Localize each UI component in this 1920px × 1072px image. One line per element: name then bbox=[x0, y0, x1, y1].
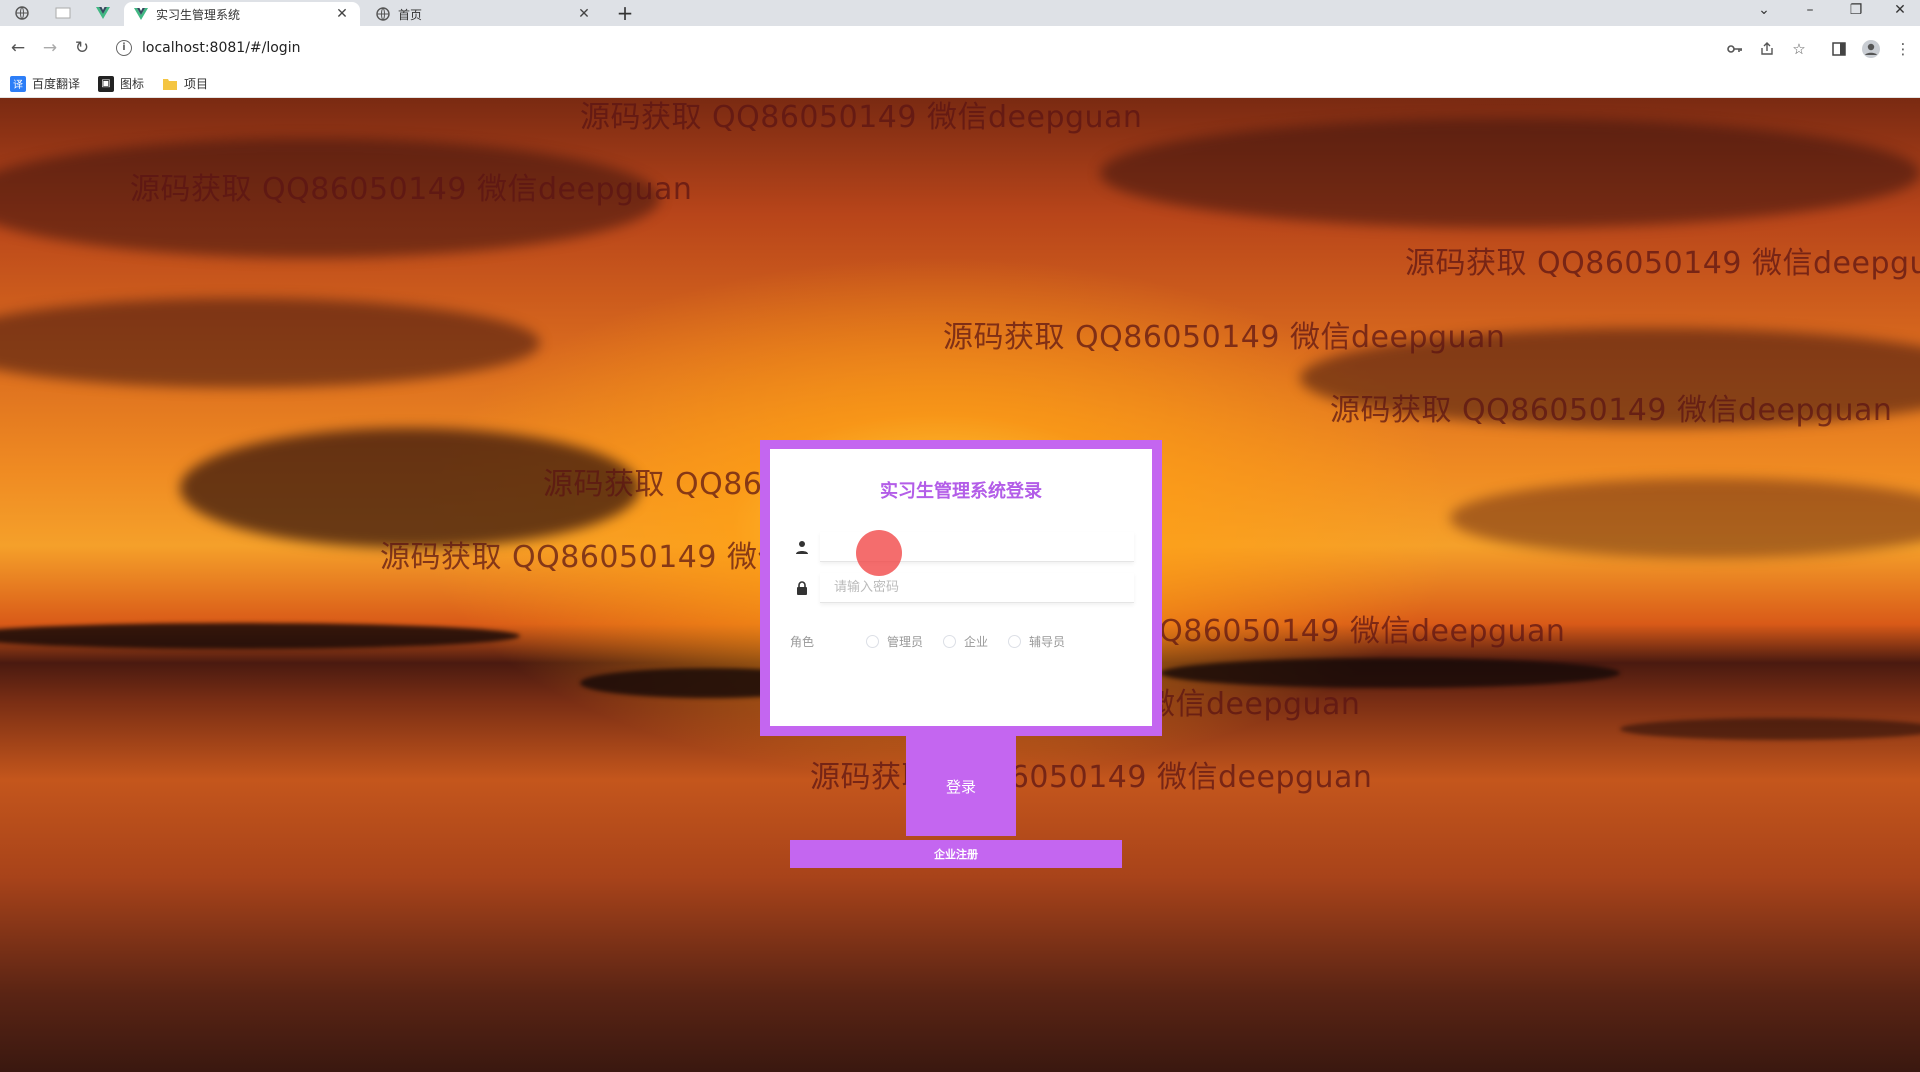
role-label: 角色 bbox=[790, 635, 815, 649]
role-radio-group: 角色 管理员 企业 辅导员 bbox=[790, 633, 1085, 650]
watermark-text: 源码获取 QQ86050149 微信deepguan bbox=[130, 172, 693, 207]
shoreline-rocks bbox=[1620, 718, 1920, 740]
bookmark-icons[interactable]: ▣ 图标 bbox=[98, 75, 144, 92]
restore-icon[interactable]: ❐ bbox=[1836, 0, 1876, 22]
share-icon[interactable] bbox=[1756, 38, 1778, 60]
radio-circle[interactable] bbox=[1008, 635, 1022, 648]
minimize-icon[interactable]: – bbox=[1790, 0, 1830, 22]
translate-icon: 译 bbox=[10, 75, 26, 92]
cloud-shape bbox=[1100, 118, 1920, 228]
login-card: 实习生管理系统登录 角色 管理员 企业 辅导员 bbox=[770, 449, 1152, 726]
radio-circle[interactable] bbox=[943, 635, 957, 648]
password-row bbox=[794, 573, 1134, 603]
shoreline-rocks bbox=[0, 623, 520, 649]
watermark-text: 源码获取 QQ86050149 微信deepguan bbox=[810, 760, 1373, 795]
role-radio-counselor[interactable]: 辅导员 bbox=[1008, 633, 1065, 650]
close-icon[interactable]: ✕ bbox=[576, 6, 592, 22]
tab-home[interactable]: 首页 ✕ bbox=[366, 2, 602, 26]
blank-page-icon bbox=[55, 7, 71, 19]
watermark-text: 源码获取 QQ86050149 微信deepguan bbox=[943, 320, 1506, 355]
watermark-text: 源码获取 QQ86050149 微信deepguan bbox=[580, 100, 1143, 135]
reload-icon[interactable]: ↻ bbox=[70, 36, 94, 60]
bookmark-baidu-translate[interactable]: 译 百度翻译 bbox=[10, 75, 80, 92]
tab-strip: 实习生管理系统 ✕ 首页 ✕ + ⌄ – ❐ ✕ bbox=[0, 0, 1920, 26]
forward-arrow-icon[interactable]: → bbox=[38, 36, 62, 60]
star-icon[interactable]: ☆ bbox=[1788, 38, 1810, 60]
menu-kebab-icon[interactable]: ⋮ bbox=[1892, 38, 1914, 60]
vue-logo-icon bbox=[134, 7, 148, 21]
window-close-icon[interactable]: ✕ bbox=[1880, 0, 1920, 22]
cloud-shape bbox=[0, 298, 540, 388]
side-panel-icon[interactable] bbox=[1828, 38, 1850, 60]
vue-logo-icon bbox=[96, 7, 110, 19]
folder-icon bbox=[162, 76, 178, 92]
lock-icon bbox=[794, 580, 810, 596]
bookmark-label: 项目 bbox=[184, 77, 209, 91]
mouse-cursor-indicator bbox=[856, 530, 902, 576]
close-icon[interactable]: ✕ bbox=[334, 6, 350, 22]
image-icon: ▣ bbox=[98, 75, 115, 92]
bookmark-label: 图标 bbox=[120, 77, 145, 91]
pinned-tab-blank[interactable] bbox=[50, 3, 76, 23]
address-bar[interactable]: i localhost:8081/#/login bbox=[106, 32, 1716, 64]
cloud-shape bbox=[1450, 478, 1920, 558]
pinned-tab-globe[interactable] bbox=[9, 3, 35, 23]
key-icon[interactable] bbox=[1724, 38, 1746, 60]
password-input[interactable] bbox=[820, 573, 1134, 603]
tab-search-chevron-icon[interactable]: ⌄ bbox=[1744, 0, 1784, 22]
radio-label: 企业 bbox=[964, 635, 989, 649]
tab-internship-system[interactable]: 实习生管理系统 ✕ bbox=[124, 2, 360, 26]
watermark-text: 源码获取 QQ86050149 微信deepguan bbox=[1330, 393, 1893, 428]
globe-icon bbox=[376, 7, 390, 21]
browser-toolbar: ← → ↻ i localhost:8081/#/login ☆ ⋮ bbox=[0, 26, 1920, 70]
role-radio-admin[interactable]: 管理员 bbox=[866, 633, 923, 650]
login-card-frame: 实习生管理系统登录 角色 管理员 企业 辅导员 bbox=[760, 440, 1162, 736]
login-button[interactable]: 登录 bbox=[906, 736, 1016, 836]
new-tab-button[interactable]: + bbox=[613, 3, 637, 23]
pinned-tab-vue[interactable] bbox=[90, 3, 116, 23]
user-icon bbox=[794, 539, 810, 555]
watermark-text: 源码获取 QQ86050149 微信deepguan bbox=[1405, 246, 1920, 281]
username-row bbox=[794, 532, 1134, 562]
role-radio-enterprise[interactable]: 企业 bbox=[943, 633, 988, 650]
enterprise-register-button[interactable]: 企业注册 bbox=[790, 840, 1122, 868]
radio-label: 管理员 bbox=[887, 635, 924, 649]
login-title: 实习生管理系统登录 bbox=[880, 481, 1042, 502]
profile-avatar-icon[interactable] bbox=[1860, 38, 1882, 60]
bookmark-projects[interactable]: 项目 bbox=[162, 75, 208, 92]
tab-title: 实习生管理系统 bbox=[156, 7, 241, 22]
info-icon[interactable]: i bbox=[116, 40, 132, 56]
bookmark-label: 百度翻译 bbox=[32, 77, 81, 91]
tab-title: 首页 bbox=[398, 7, 423, 22]
radio-label: 辅导员 bbox=[1029, 635, 1066, 649]
globe-icon bbox=[15, 6, 29, 20]
url-text: localhost:8081/#/login bbox=[142, 40, 301, 56]
bookmarks-bar: 译 百度翻译 ▣ 图标 项目 bbox=[0, 70, 1920, 98]
back-arrow-icon[interactable]: ← bbox=[6, 36, 30, 60]
radio-circle[interactable] bbox=[866, 635, 880, 648]
